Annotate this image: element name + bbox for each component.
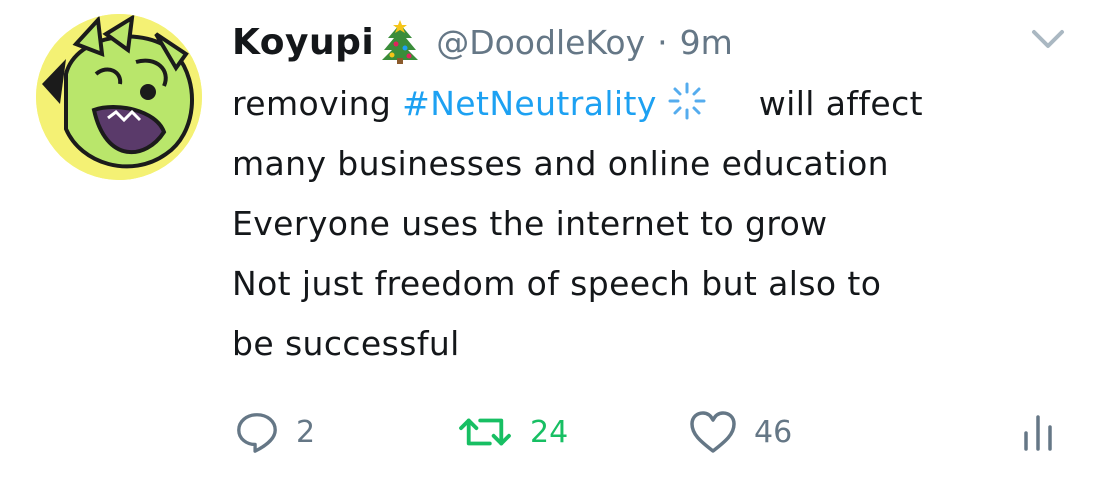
separator-dot: · bbox=[657, 22, 668, 62]
retweet-icon bbox=[456, 409, 514, 455]
avatar-illustration bbox=[36, 14, 202, 180]
reply-count: 2 bbox=[296, 414, 316, 450]
timestamp[interactable]: 9m bbox=[680, 23, 733, 62]
avatar[interactable] bbox=[36, 14, 202, 180]
tweet-line-3: Everyone uses the internet to grow bbox=[232, 204, 828, 243]
reply-button[interactable]: 2 bbox=[234, 404, 315, 460]
tweet-line-4: Not just freedom of speech but also to bbox=[232, 264, 882, 303]
text-fragment: will affect bbox=[758, 84, 923, 123]
hashtag-link[interactable]: #NetNeutrality bbox=[402, 84, 657, 123]
tweet-actions: 2 24 46 bbox=[232, 404, 1062, 460]
tweet-header: Koyupi @DoodleKoy · 9m bbox=[232, 16, 733, 68]
tweet: Koyupi @DoodleKoy · 9m removing #NetNeut… bbox=[0, 0, 1100, 488]
retweet-button[interactable]: 24 bbox=[456, 404, 568, 460]
heart-icon bbox=[688, 409, 738, 455]
chevron-down-icon[interactable] bbox=[1028, 22, 1068, 56]
analytics-button[interactable] bbox=[1020, 404, 1056, 460]
tweet-line-2: many businesses and online education bbox=[232, 144, 889, 183]
tweet-text: removing #NetNeutrality will affect many … bbox=[232, 74, 1062, 374]
like-count: 46 bbox=[754, 414, 793, 450]
user-handle[interactable]: @DoodleKoy bbox=[436, 23, 645, 62]
like-button[interactable]: 46 bbox=[688, 404, 792, 460]
sparkle-icon bbox=[667, 80, 707, 120]
text-fragment: removing bbox=[232, 84, 403, 123]
christmas-tree-icon bbox=[378, 20, 422, 64]
retweet-count: 24 bbox=[530, 414, 569, 450]
display-name[interactable]: Koyupi bbox=[232, 22, 374, 63]
reply-icon bbox=[234, 409, 280, 455]
tweet-line-5: be successful bbox=[232, 324, 460, 363]
analytics-icon bbox=[1020, 409, 1056, 455]
tweet-line-1: removing #NetNeutrality will affect bbox=[232, 74, 1062, 134]
